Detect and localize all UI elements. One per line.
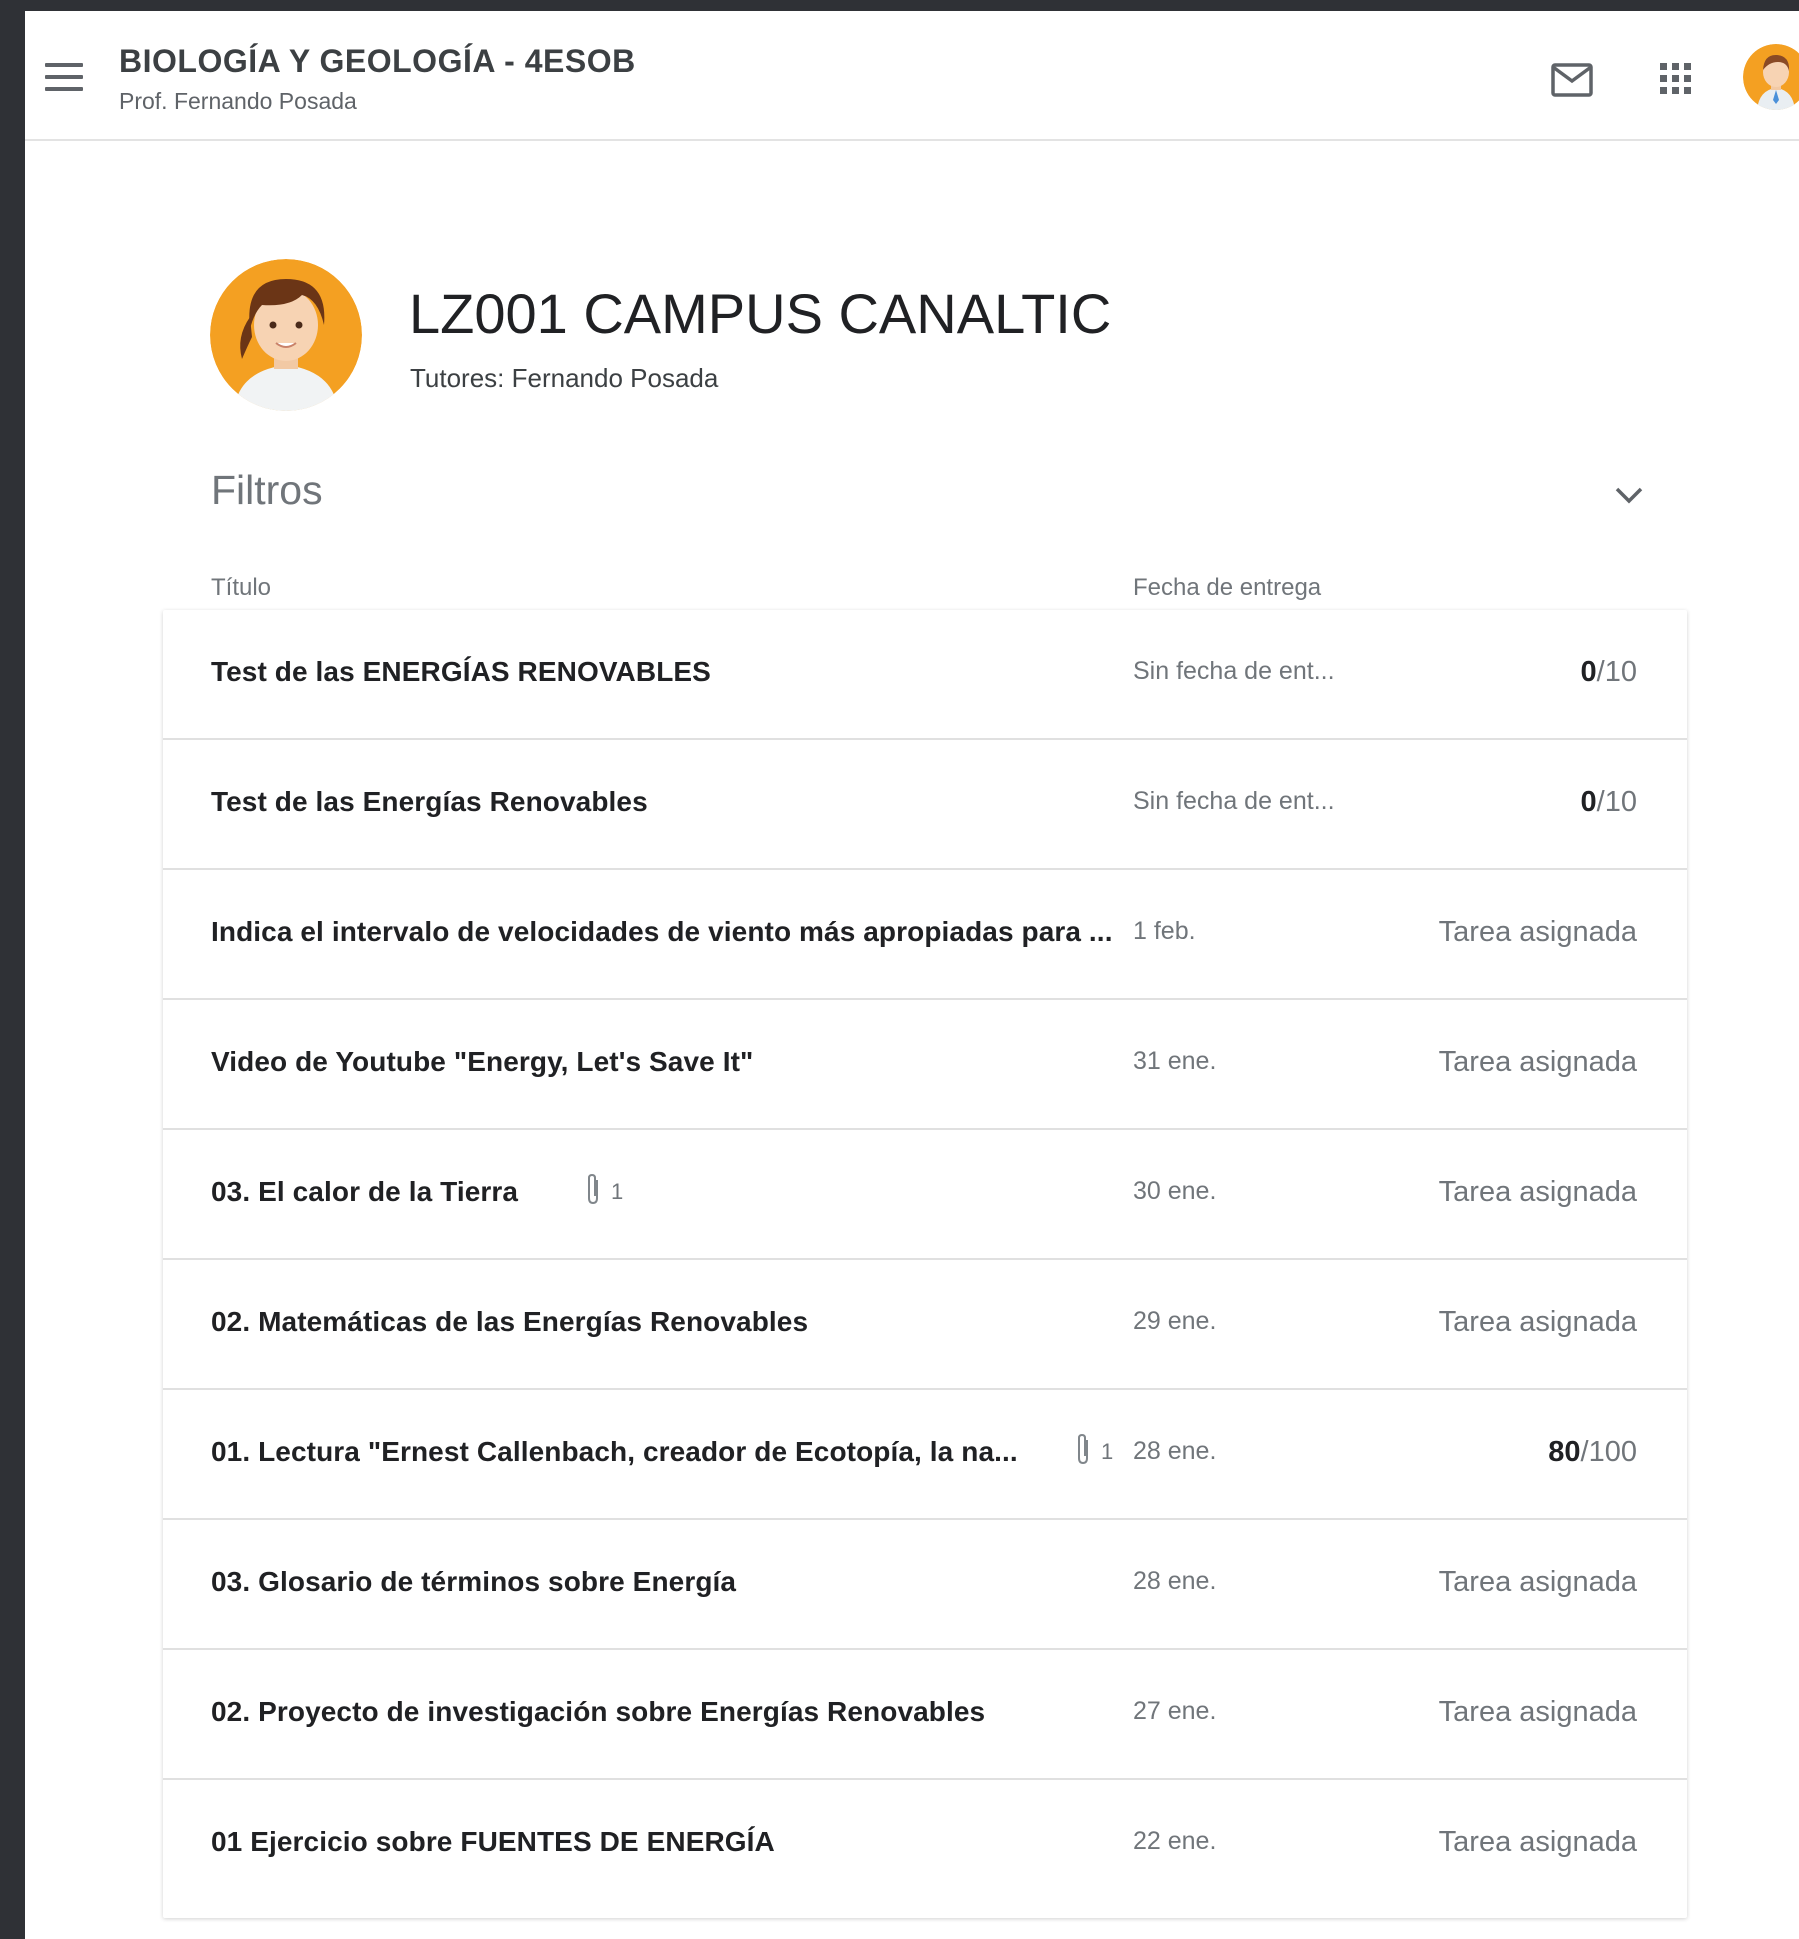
assignment-title: Test de las ENERGÍAS RENOVABLES <box>211 656 711 687</box>
assignment-date: 27 ene. <box>1133 1697 1217 1725</box>
grade-value: 0 <box>1580 786 1597 818</box>
paperclip-icon <box>583 1172 603 1212</box>
assignment-date: 1 feb. <box>1133 917 1196 945</box>
chevron-down-icon[interactable] <box>1605 471 1653 519</box>
assignment-date: 28 ene. <box>1133 1437 1217 1465</box>
assignment-grade: 80/100 <box>1548 1436 1637 1469</box>
class-title[interactable]: BIOLOGÍA Y GEOLOGÍA - 4ESOB <box>119 43 636 80</box>
attachment-count: 1 <box>1101 1439 1114 1464</box>
attachment-count: 1 <box>611 1179 624 1204</box>
assignment-grade: 0/10 <box>1581 786 1637 819</box>
table-row[interactable]: 02. Proyecto de investigación sobre Ener… <box>163 1650 1687 1780</box>
assignment-title: Indica el intervalo de velocidades de vi… <box>211 916 1113 947</box>
column-header-title: Título <box>211 574 272 601</box>
table-row[interactable]: 03. El calor de la Tierra 1 30 ene. Tare… <box>163 1130 1687 1260</box>
student-name: LZ001 CAMPUS CANALTIC <box>409 282 1112 345</box>
top-app-bar: BIOLOGÍA Y GEOLOGÍA - 4ESOB Prof. Fernan… <box>25 11 1799 141</box>
tutors-label: Tutores: Fernando Posada <box>410 363 719 393</box>
assignment-date: 30 ene. <box>1133 1177 1217 1205</box>
assignment-title: 02. Matemáticas de las Energías Renovabl… <box>211 1306 809 1337</box>
grade-value: 0 <box>1580 656 1597 688</box>
table-row[interactable]: Test de las ENERGÍAS RENOVABLES Sin fech… <box>163 610 1687 740</box>
apps-grid-icon[interactable] <box>1659 62 1709 112</box>
grade-total: /10 <box>1596 656 1637 688</box>
assignment-title: Test de las Energías Renovables <box>211 786 648 817</box>
table-row[interactable]: Test de las Energías Renovables Sin fech… <box>163 740 1687 870</box>
column-header-due-date: Fecha de entrega <box>1133 574 1322 601</box>
main-menu-button[interactable] <box>45 61 87 95</box>
assignment-date: Sin fecha de ent... <box>1133 657 1335 685</box>
table-row[interactable]: 01. Lectura "Ernest Callenbach, creador … <box>163 1390 1687 1520</box>
attachment-indicator: 1 <box>583 1172 623 1212</box>
class-teacher: Prof. Fernando Posada <box>119 88 357 114</box>
assignment-date: 31 ene. <box>1133 1047 1217 1075</box>
grade-total: /10 <box>1596 786 1637 818</box>
assignment-date: 22 ene. <box>1133 1827 1217 1855</box>
grade-value: 80 <box>1548 1436 1581 1468</box>
assignment-title: Video de Youtube "Energy, Let's Save It" <box>211 1046 754 1077</box>
assignment-status: Tarea asignada <box>1438 1046 1637 1078</box>
assignments-table: Test de las ENERGÍAS RENOVABLES Sin fech… <box>163 610 1687 1918</box>
table-row[interactable]: 03. Glosario de términos sobre Energía 2… <box>163 1520 1687 1650</box>
table-row[interactable]: Video de Youtube "Energy, Let's Save It"… <box>163 1000 1687 1130</box>
table-row[interactable]: Indica el intervalo de velocidades de vi… <box>163 870 1687 1000</box>
mail-icon[interactable] <box>1550 61 1600 111</box>
grade-total: /100 <box>1580 1436 1637 1468</box>
assignment-status: Tarea asignada <box>1438 1826 1637 1858</box>
paperclip-icon <box>1073 1432 1093 1472</box>
classroom-page: BIOLOGÍA Y GEOLOGÍA - 4ESOB Prof. Fernan… <box>25 11 1799 1939</box>
assignment-title: 01 Ejercicio sobre FUENTES DE ENERGÍA <box>211 1826 775 1857</box>
student-avatar <box>210 259 362 411</box>
assignment-status: Tarea asignada <box>1438 1306 1637 1338</box>
assignment-title: 03. Glosario de términos sobre Energía <box>211 1566 737 1597</box>
assignment-status: Tarea asignada <box>1438 916 1637 948</box>
assignment-date: 28 ene. <box>1133 1567 1217 1595</box>
account-avatar[interactable] <box>1743 44 1799 110</box>
table-row[interactable]: 01 Ejercicio sobre FUENTES DE ENERGÍA 22… <box>163 1780 1687 1910</box>
assignment-title: 02. Proyecto de investigación sobre Ener… <box>211 1696 986 1727</box>
assignment-status: Tarea asignada <box>1438 1176 1637 1208</box>
attachment-indicator: 1 <box>1073 1432 1113 1472</box>
table-row[interactable]: 02. Matemáticas de las Energías Renovabl… <box>163 1260 1687 1390</box>
assignment-status: Tarea asignada <box>1438 1566 1637 1598</box>
assignment-grade: 0/10 <box>1581 656 1637 689</box>
assignment-title: 03. El calor de la Tierra <box>211 1176 519 1207</box>
assignment-status: Tarea asignada <box>1438 1696 1637 1728</box>
filters-label[interactable]: Filtros <box>211 467 323 514</box>
assignment-date: Sin fecha de ent... <box>1133 787 1335 815</box>
assignment-date: 29 ene. <box>1133 1307 1217 1335</box>
assignment-title: 01. Lectura "Ernest Callenbach, creador … <box>211 1436 1018 1467</box>
